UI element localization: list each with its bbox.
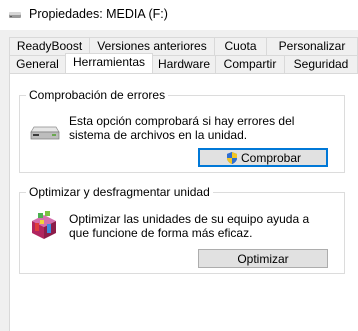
optimize-button[interactable]: Optimizar (198, 249, 328, 268)
optimize-legend: Optimizar y desfragmentar unidad (26, 185, 213, 199)
optimize-description: Optimizar las unidades de su equipo ayud… (69, 212, 310, 240)
defrag-icon (30, 211, 58, 244)
window-title: Propiedades: MEDIA (F:) (29, 7, 168, 21)
check-button[interactable]: Comprobar (198, 148, 328, 167)
error-check-description: Esta opción comprobará si hay errores de… (69, 114, 295, 142)
uac-shield-icon (225, 151, 239, 165)
error-check-group: Comprobación de errores Esta opción comp… (19, 88, 345, 173)
check-button-label: Comprobar (240, 150, 302, 165)
tab-general[interactable]: General (9, 55, 66, 73)
title-bar[interactable]: Propiedades: MEDIA (F:) (0, 0, 358, 30)
tab-hardware[interactable]: Hardware (152, 55, 216, 73)
properties-window: Propiedades: MEDIA (F:) ReadyBoost Versi… (0, 0, 358, 331)
tab-personalizar[interactable]: Personalizar (266, 37, 358, 55)
tab-seguridad[interactable]: Seguridad (284, 55, 358, 73)
error-check-legend: Comprobación de errores (26, 88, 169, 102)
tab-panel-herramientas: Comprobación de errores Esta opción comp… (9, 73, 358, 331)
optimize-button-label: Optimizar (237, 251, 289, 266)
tab-cuota[interactable]: Cuota (214, 37, 267, 55)
drive-icon (8, 9, 22, 21)
optimize-group: Optimizar y desfragmentar unidad Optimiz… (19, 185, 345, 274)
tab-herramientas[interactable]: Herramientas (65, 53, 153, 73)
tab-compartir[interactable]: Compartir (215, 55, 285, 73)
hard-drive-icon (30, 123, 60, 144)
